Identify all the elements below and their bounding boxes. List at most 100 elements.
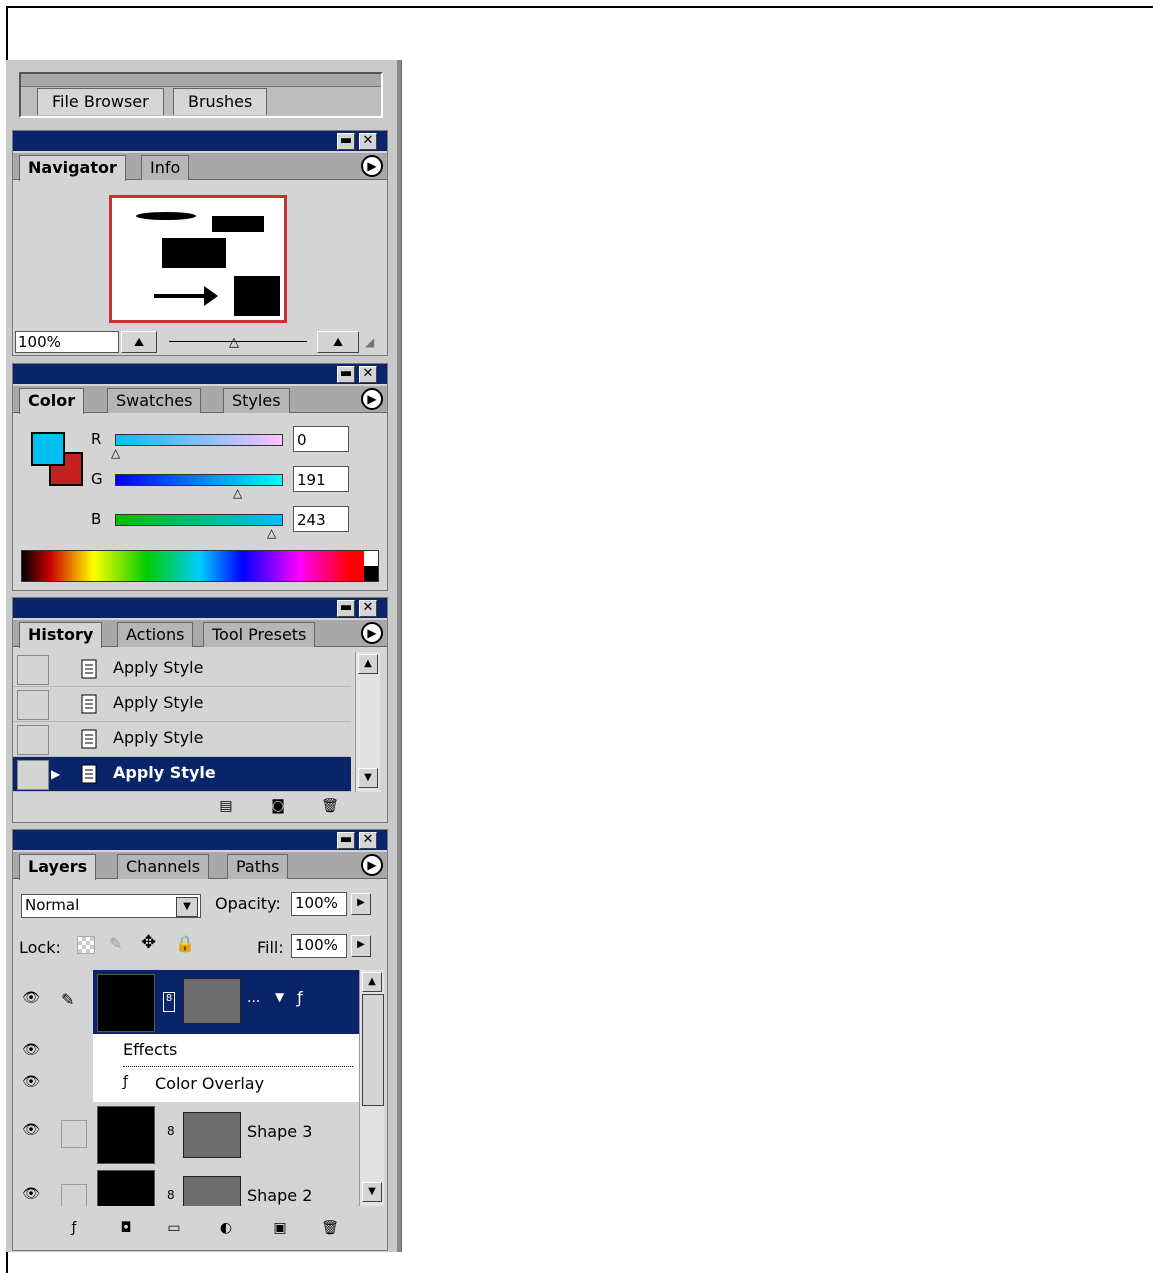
black-white-ramp[interactable]: [364, 551, 378, 581]
minimize-button[interactable]: ▬: [337, 366, 355, 383]
tab-channels[interactable]: Channels: [117, 854, 210, 879]
history-state-selected[interactable]: ▶ Apply Style: [13, 757, 351, 792]
add-layer-style-icon[interactable]: ƒ: [65, 1220, 83, 1236]
opacity-field[interactable]: 100%: [291, 892, 347, 916]
tab-actions[interactable]: Actions: [117, 622, 194, 647]
palette-titlebar[interactable]: ▬ ✕: [13, 598, 387, 618]
new-document-from-state-icon[interactable]: ▤: [217, 798, 235, 814]
scroll-down-icon[interactable]: ▼: [358, 768, 378, 788]
channel-b-knob[interactable]: △: [267, 526, 276, 540]
scroll-down-icon[interactable]: ▼: [362, 1182, 382, 1202]
tab-file-browser[interactable]: File Browser: [37, 88, 164, 115]
link-icon[interactable]: 8: [167, 1124, 175, 1138]
tab-paths[interactable]: Paths: [227, 854, 289, 879]
tab-color[interactable]: Color: [19, 388, 85, 414]
layer-row[interactable]: 👁 8 Shape 2: [13, 1166, 359, 1206]
layer-list: 👁 ✎ 8 ... ▼ ƒ 👁 👁 Effects ƒ Color Overla…: [13, 970, 359, 1206]
link-icon[interactable]: 8: [167, 1188, 175, 1202]
add-mask-icon[interactable]: ◘: [117, 1220, 135, 1236]
scroll-up-icon[interactable]: ▲: [362, 972, 382, 992]
history-snapshot-source[interactable]: [17, 655, 49, 685]
layer-row-selected[interactable]: 👁 ✎ 8 ... ▼ ƒ: [13, 970, 359, 1034]
scroll-thumb[interactable]: [362, 994, 384, 1106]
tab-history[interactable]: History: [19, 622, 103, 648]
history-snapshot-source[interactable]: [17, 760, 49, 790]
effect-color-overlay[interactable]: Color Overlay: [155, 1074, 264, 1093]
eye-icon[interactable]: 👁: [19, 1122, 43, 1146]
palette-menu-icon[interactable]: ▶: [361, 155, 383, 177]
tab-tool-presets[interactable]: Tool Presets: [203, 622, 316, 647]
link-toggle[interactable]: [61, 1120, 87, 1148]
tab-swatches[interactable]: Swatches: [107, 388, 202, 413]
opacity-slider-arrow-icon[interactable]: ▶: [351, 893, 371, 915]
zoom-field[interactable]: 100%: [15, 331, 119, 353]
eye-icon[interactable]: 👁: [19, 1074, 43, 1098]
tab-navigator[interactable]: Navigator: [19, 155, 126, 181]
fill-field[interactable]: 100%: [291, 934, 347, 958]
history-scrollbar[interactable]: ▲ ▼: [355, 652, 380, 792]
channel-b-field[interactable]: 243: [293, 506, 349, 532]
channel-g-slider[interactable]: [115, 474, 283, 486]
adjustment-layer-icon[interactable]: ◐: [217, 1220, 235, 1236]
history-snapshot-source[interactable]: [17, 725, 49, 755]
channel-g-field[interactable]: 191: [293, 466, 349, 492]
history-state[interactable]: Apply Style: [13, 722, 351, 757]
minimize-button[interactable]: ▬: [337, 133, 355, 150]
layer-row[interactable]: 👁 8 Shape 3: [13, 1102, 359, 1166]
zoom-in-button[interactable]: ⛰: [317, 331, 359, 353]
lock-position-icon[interactable]: ✥: [141, 932, 156, 953]
channel-r-knob[interactable]: △: [111, 446, 120, 460]
lock-image-icon[interactable]: ✎: [109, 934, 122, 953]
palette-titlebar[interactable]: ▬ ✕: [13, 131, 387, 151]
tab-layers[interactable]: Layers: [19, 854, 97, 880]
tab-info[interactable]: Info: [141, 155, 190, 180]
palette-titlebar[interactable]: ▬ ✕: [13, 364, 387, 384]
eye-icon[interactable]: 👁: [19, 990, 43, 1014]
effects-expand-icon[interactable]: ▼: [275, 990, 284, 1004]
zoom-out-button[interactable]: ⛰: [121, 331, 157, 353]
palette-menu-icon[interactable]: ▶: [361, 388, 383, 410]
link-toggle[interactable]: [61, 1184, 87, 1206]
new-layer-icon[interactable]: ▣: [271, 1220, 289, 1236]
close-button[interactable]: ✕: [359, 133, 377, 150]
history-snapshot-source[interactable]: [17, 690, 49, 720]
layers-scrollbar[interactable]: ▲ ▼: [359, 970, 384, 1206]
scroll-up-icon[interactable]: ▲: [358, 654, 378, 674]
channel-r-field[interactable]: 0: [293, 426, 349, 452]
tab-row: Layers Channels Paths ▶: [13, 852, 387, 880]
close-button[interactable]: ✕: [359, 600, 377, 617]
channel-b-slider[interactable]: [115, 514, 283, 526]
minimize-button[interactable]: ▬: [337, 832, 355, 849]
zoom-slider-knob[interactable]: △: [229, 335, 239, 350]
chevron-down-icon[interactable]: ▼: [176, 897, 198, 917]
palette-menu-icon[interactable]: ▶: [361, 622, 383, 644]
eye-icon[interactable]: 👁: [19, 1042, 43, 1066]
resize-grip-icon[interactable]: ◢: [365, 335, 374, 349]
navigator-preview[interactable]: [109, 195, 287, 323]
tab-brushes[interactable]: Brushes: [173, 88, 268, 115]
lock-all-icon[interactable]: 🔒: [175, 934, 195, 953]
fill-slider-arrow-icon[interactable]: ▶: [351, 935, 371, 957]
blend-mode-select[interactable]: Normal ▼: [21, 894, 201, 918]
trash-icon[interactable]: 🗑: [321, 798, 339, 814]
lock-transparency-icon[interactable]: [77, 936, 95, 954]
history-state[interactable]: Apply Style: [13, 687, 351, 722]
link-icon[interactable]: 8: [163, 992, 175, 1012]
channel-r-slider[interactable]: [115, 434, 283, 446]
close-button[interactable]: ✕: [359, 366, 377, 383]
foreground-color-swatch[interactable]: [31, 432, 65, 466]
close-button[interactable]: ✕: [359, 832, 377, 849]
effects-label[interactable]: Effects: [123, 1040, 177, 1059]
new-snapshot-icon[interactable]: ◙: [269, 798, 287, 814]
palette-menu-icon[interactable]: ▶: [361, 854, 383, 876]
new-group-icon[interactable]: ▭: [165, 1220, 183, 1236]
eye-icon[interactable]: 👁: [19, 1186, 43, 1206]
channel-g-knob[interactable]: △: [233, 486, 242, 500]
palette-titlebar[interactable]: ▬ ✕: [13, 830, 387, 850]
layer-style-icon[interactable]: ƒ: [297, 988, 303, 1007]
minimize-button[interactable]: ▬: [337, 600, 355, 617]
tab-styles[interactable]: Styles: [223, 388, 290, 413]
trash-icon[interactable]: 🗑: [321, 1220, 339, 1236]
color-ramp[interactable]: [21, 550, 379, 582]
history-state[interactable]: Apply Style: [13, 652, 351, 687]
